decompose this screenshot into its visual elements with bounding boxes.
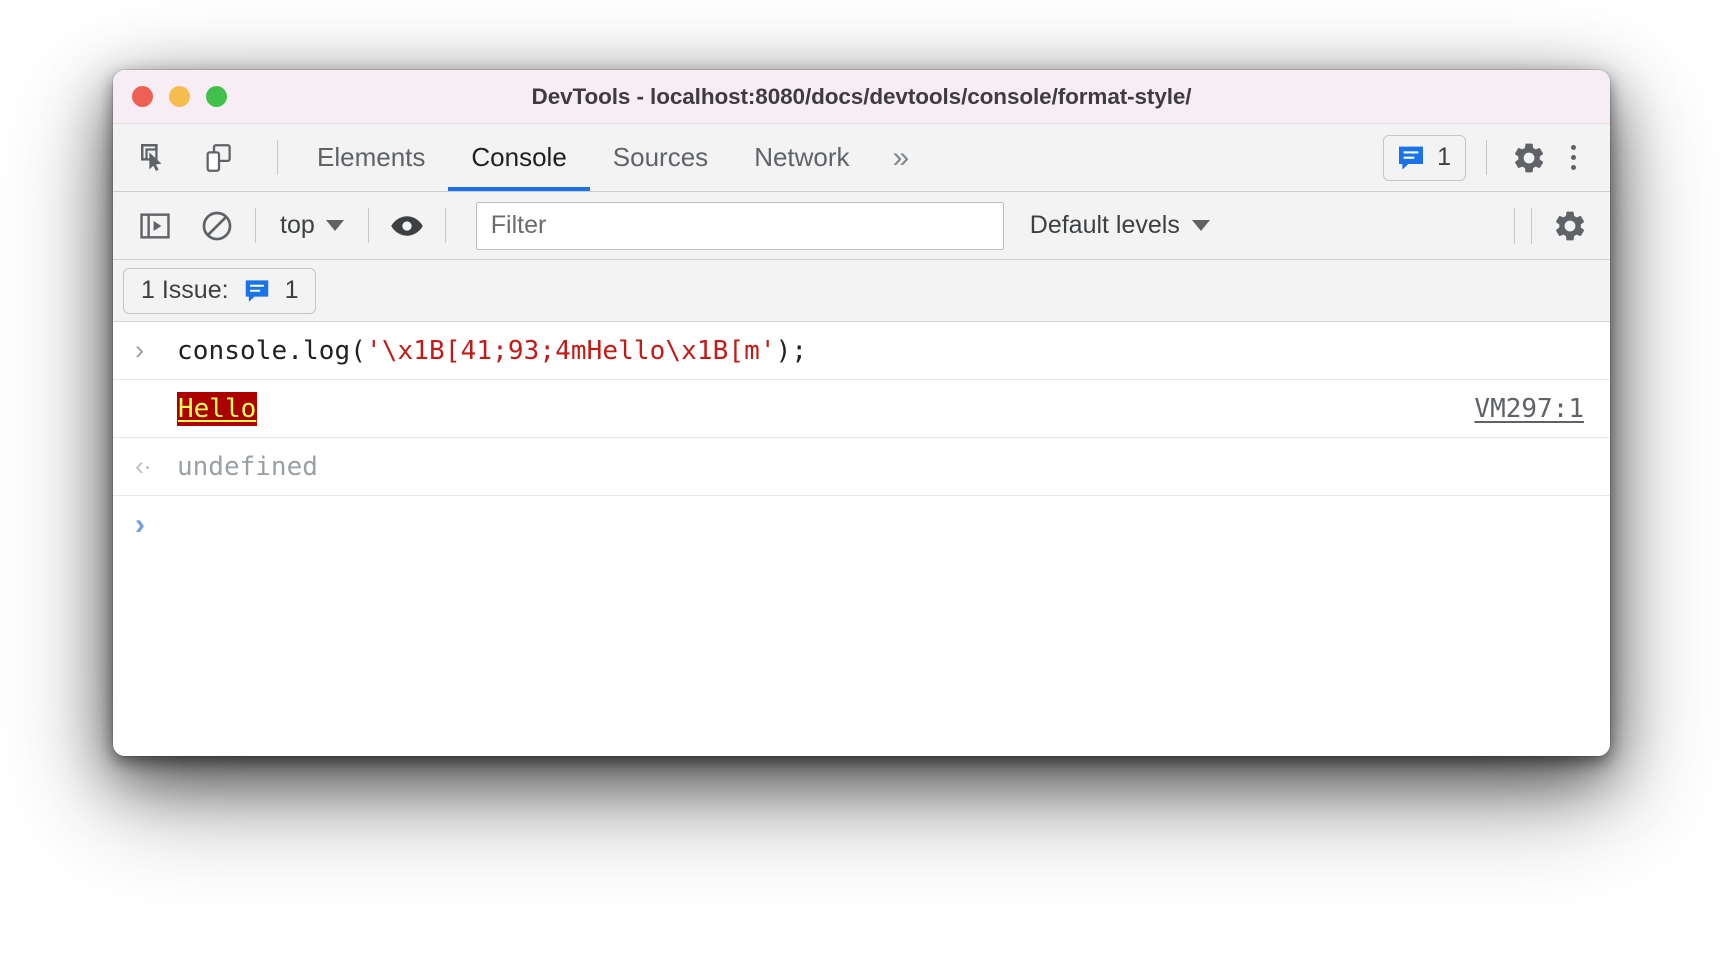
issue-message-icon xyxy=(245,279,268,302)
devtools-tab-bar: Elements Console Sources Network » 1 xyxy=(113,124,1610,192)
execution-context-label: top xyxy=(280,211,315,239)
prompt-gutter: › xyxy=(135,510,177,540)
tab-network-label: Network xyxy=(754,142,850,172)
execution-context-selector[interactable]: top xyxy=(272,211,352,240)
panel-tabs: Elements Console Sources Network » xyxy=(294,124,929,191)
zoom-window-button[interactable] xyxy=(206,86,227,107)
tab-elements[interactable]: Elements xyxy=(294,124,448,191)
issues-banner-count: 1 xyxy=(284,276,299,304)
ansi-styled-output: Hello xyxy=(177,391,258,426)
gear-icon[interactable] xyxy=(1507,136,1551,180)
tab-console[interactable]: Console xyxy=(448,124,591,191)
console-settings-gear-icon[interactable] xyxy=(1548,204,1592,248)
tab-bar-divider xyxy=(277,140,278,175)
issues-count: 1 xyxy=(1437,143,1451,171)
console-prompt-row[interactable]: › xyxy=(113,496,1610,554)
issues-banner-label: 1 Issue: xyxy=(141,276,229,304)
devtools-window: DevTools - localhost:8080/docs/devtools/… xyxy=(113,70,1610,756)
tab-sources-label: Sources xyxy=(612,142,709,172)
console-toolbar-divider-3 xyxy=(444,208,446,243)
console-toolbar-right xyxy=(1498,192,1592,260)
tab-sources[interactable]: Sources xyxy=(590,124,731,191)
filter-input[interactable]: Filter xyxy=(475,201,1004,250)
tab-bar-right-divider xyxy=(1486,140,1487,175)
console-toolbar-divider-4 xyxy=(1514,207,1515,244)
more-tabs-icon[interactable]: » xyxy=(873,124,930,191)
inspect-element-icon[interactable] xyxy=(133,136,177,180)
return-chevron-gutter: ‹· xyxy=(135,453,177,480)
source-location-link[interactable]: VM297:1 xyxy=(1474,394,1584,424)
close-window-button[interactable] xyxy=(132,86,153,107)
chevron-down-icon xyxy=(325,220,344,231)
console-input-expression: console.log('\x1B[41;93;4mHello\x1B[m'); xyxy=(177,336,807,366)
kebab-menu-icon[interactable] xyxy=(1555,137,1592,178)
traffic-light-buttons xyxy=(132,86,227,107)
tab-elements-label: Elements xyxy=(317,142,426,172)
tab-bar-left-icons xyxy=(113,124,294,191)
log-levels-dropdown[interactable]: Default levels xyxy=(1030,211,1210,240)
prompt-chevron-icon: › xyxy=(135,508,145,541)
issue-message-icon xyxy=(1399,146,1424,170)
console-toolbar: top Filter Default levels xyxy=(113,192,1610,260)
chevron-right-icon: › xyxy=(135,335,144,365)
console-toolbar-divider-5 xyxy=(1531,207,1532,244)
window-title: DevTools - localhost:8080/docs/devtools/… xyxy=(531,83,1192,109)
console-toolbar-divider-1 xyxy=(255,208,256,243)
code-prefix: console.log( xyxy=(177,335,367,366)
clear-console-icon[interactable] xyxy=(195,204,239,248)
issues-counter-button[interactable]: 1 xyxy=(1383,134,1466,181)
log-levels-label: Default levels xyxy=(1029,211,1180,239)
console-input-row[interactable]: › console.log('\x1B[41;93;4mHello\x1B[m'… xyxy=(113,322,1610,380)
tab-console-label: Console xyxy=(471,142,567,172)
console-message-list: › console.log('\x1B[41;93;4mHello\x1B[m'… xyxy=(113,322,1610,756)
issues-banner: 1 Issue: 1 xyxy=(113,260,1610,322)
console-output-row: Hello VM297:1 xyxy=(113,380,1610,438)
console-return-value: undefined xyxy=(177,451,318,482)
screenshot-root: DevTools - localhost:8080/docs/devtools/… xyxy=(0,0,1722,974)
issues-banner-button[interactable]: 1 Issue: 1 xyxy=(123,267,317,314)
chevron-down-icon xyxy=(1191,220,1210,231)
tab-network[interactable]: Network xyxy=(731,124,872,191)
filter-placeholder: Filter xyxy=(490,211,547,239)
minimize-window-button[interactable] xyxy=(169,86,190,107)
window-title-bar: DevTools - localhost:8080/docs/devtools/… xyxy=(113,70,1610,124)
input-chevron-gutter: › xyxy=(135,337,177,364)
console-sidebar-icon[interactable] xyxy=(133,204,177,248)
code-suffix: ); xyxy=(775,335,808,366)
live-expression-eye-icon[interactable] xyxy=(385,204,429,248)
code-string-literal: '\x1B[41;93;4mHello\x1B[m' xyxy=(366,335,776,366)
console-toolbar-divider-2 xyxy=(367,208,369,243)
chevron-left-dot-icon: ‹· xyxy=(135,451,152,481)
device-toolbar-icon[interactable] xyxy=(197,136,241,180)
tab-bar-right-controls: 1 xyxy=(1383,124,1610,191)
console-return-row: ‹· undefined xyxy=(113,438,1610,496)
